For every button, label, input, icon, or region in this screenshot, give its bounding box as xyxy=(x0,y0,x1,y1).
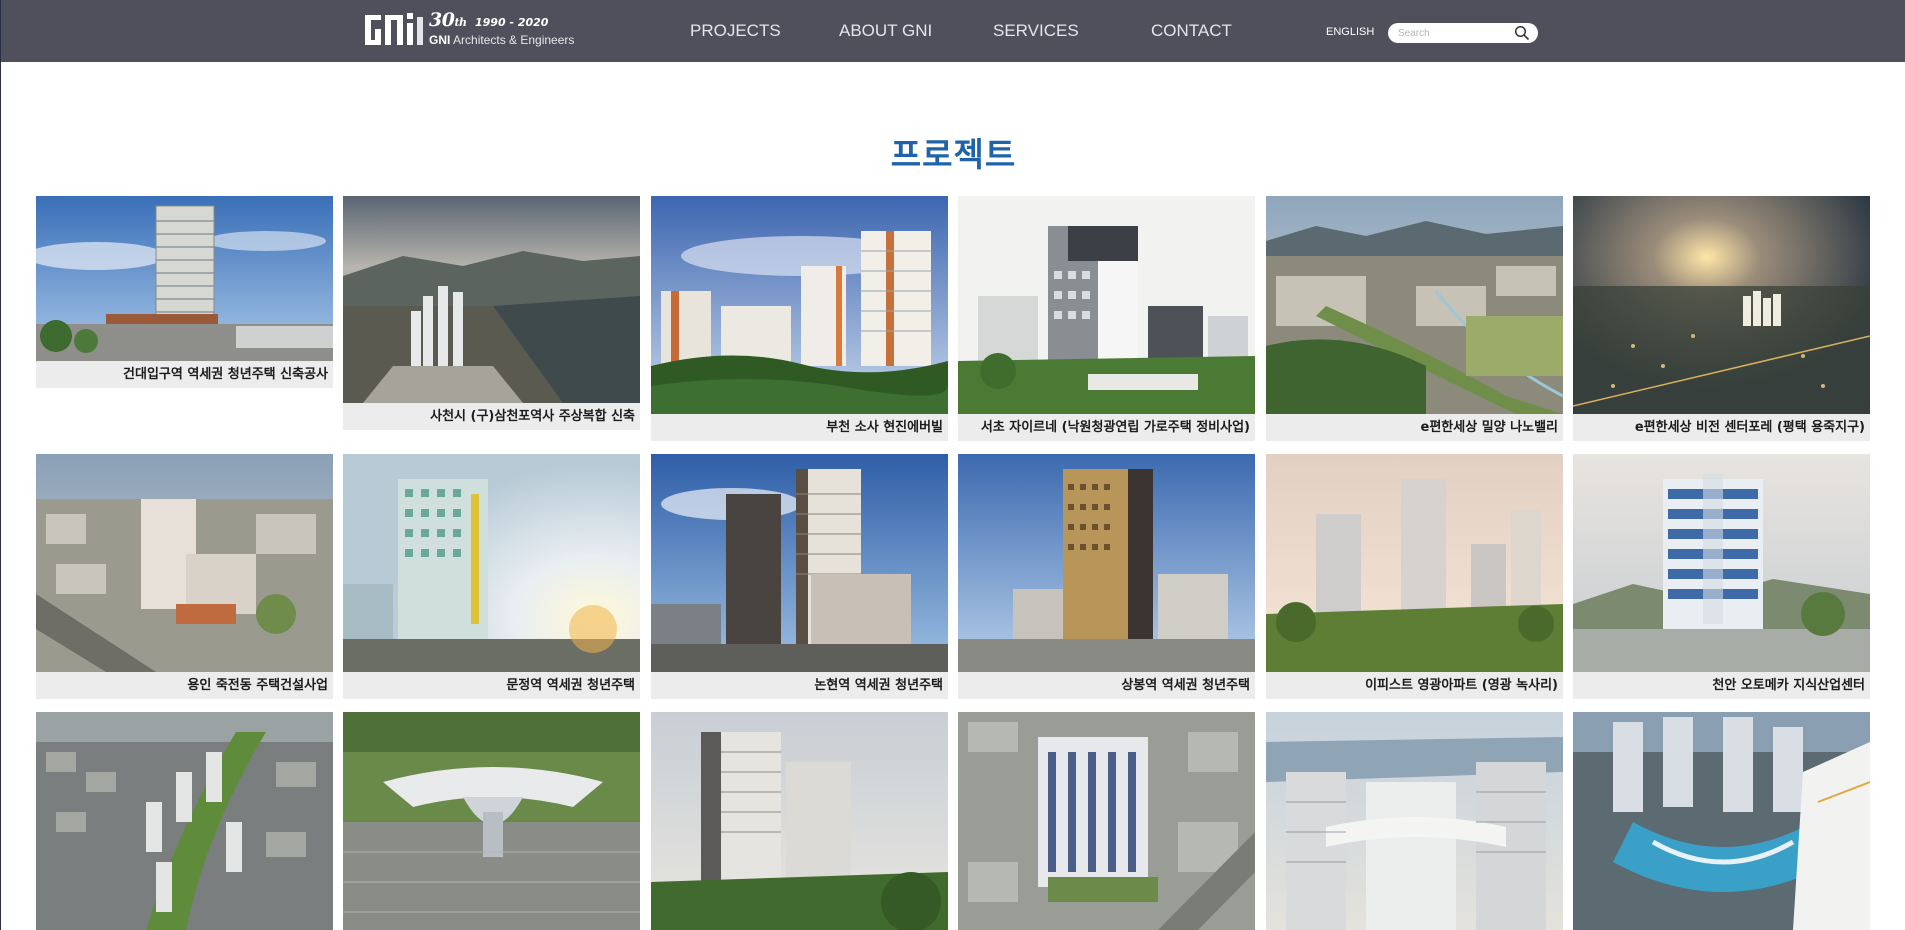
project-image xyxy=(958,454,1255,672)
project-image xyxy=(343,712,640,930)
project-card[interactable] xyxy=(958,712,1255,930)
logo-tagline: GNI Architects & Engineers xyxy=(429,33,575,47)
project-card[interactable]: 사천시 (구)삼천포역사 주상복합 신축 xyxy=(343,196,640,430)
nav-contact[interactable]: CONTACT xyxy=(1151,21,1232,41)
project-caption: 논현역 역세권 청년주택 xyxy=(651,672,948,699)
language-switch[interactable]: ENGLISH xyxy=(1326,26,1374,38)
project-image xyxy=(1573,196,1870,414)
project-card[interactable]: 논현역 역세권 청년주택 xyxy=(651,454,948,699)
logo-anniversary: 30th xyxy=(429,9,467,31)
search-input[interactable] xyxy=(1398,25,1508,41)
project-card[interactable]: 상봉역 역세권 청년주택 xyxy=(958,454,1255,699)
project-card[interactable]: 문정역 역세권 청년주택 xyxy=(343,454,640,699)
gni-logo-mark-icon xyxy=(365,13,423,45)
logo-years: 1990 - 2020 xyxy=(475,16,549,29)
project-image xyxy=(958,712,1255,930)
project-image xyxy=(343,196,640,403)
project-image xyxy=(1266,454,1563,672)
project-caption: 건대입구역 역세권 청년주택 신축공사 xyxy=(36,361,333,388)
search-box xyxy=(1388,23,1538,43)
project-card[interactable]: 이피스트 영광아파트 (영광 녹사리) xyxy=(1266,454,1563,699)
project-card[interactable] xyxy=(36,712,333,930)
project-image xyxy=(36,196,333,361)
project-caption: e편한세상 밀양 나노밸리 xyxy=(1266,414,1563,441)
project-image xyxy=(1266,712,1563,930)
project-image xyxy=(1573,454,1870,672)
nav-services[interactable]: SERVICES xyxy=(993,21,1079,41)
project-caption: 상봉역 역세권 청년주택 xyxy=(958,672,1255,699)
project-caption: 용인 죽전동 주택건설사업 xyxy=(36,672,333,699)
nav-projects[interactable]: PROJECTS xyxy=(690,21,781,41)
project-image xyxy=(36,712,333,930)
project-image xyxy=(343,454,640,672)
project-card[interactable] xyxy=(343,712,640,930)
project-caption: 부천 소사 현진에버빌 xyxy=(651,414,948,441)
project-card[interactable]: 건대입구역 역세권 청년주택 신축공사 xyxy=(36,196,333,388)
project-image xyxy=(651,196,948,414)
project-card[interactable]: e편한세상 비전 센터포레 (평택 용죽지구) xyxy=(1573,196,1870,441)
search-icon[interactable] xyxy=(1514,25,1530,41)
project-card[interactable]: e편한세상 밀양 나노밸리 xyxy=(1266,196,1563,441)
project-image xyxy=(651,454,948,672)
project-card[interactable] xyxy=(1266,712,1563,930)
project-caption: 서초 자이르네 (낙원청광연립 가로주택 정비사업) xyxy=(958,414,1255,441)
project-caption: 사천시 (구)삼천포역사 주상복합 신축 xyxy=(343,403,640,430)
project-image xyxy=(36,454,333,672)
project-card[interactable]: 서초 자이르네 (낙원청광연립 가로주택 정비사업) xyxy=(958,196,1255,441)
project-card[interactable]: 부천 소사 현진에버빌 xyxy=(651,196,948,441)
project-image xyxy=(1573,712,1870,930)
project-caption: 이피스트 영광아파트 (영광 녹사리) xyxy=(1266,672,1563,699)
project-card[interactable] xyxy=(651,712,948,930)
project-image xyxy=(958,196,1255,414)
project-image xyxy=(651,712,948,930)
project-card[interactable]: 천안 오토메카 지식산업센터 xyxy=(1573,454,1870,699)
project-caption: e편한세상 비전 센터포레 (평택 용죽지구) xyxy=(1573,414,1870,441)
top-navigation-bar: 30th 1990 - 2020 GNI Architects & Engine… xyxy=(1,0,1905,62)
page-title: 프로젝트 xyxy=(890,135,1017,174)
gni-logo[interactable]: 30th 1990 - 2020 GNI Architects & Engine… xyxy=(363,9,583,51)
project-caption: 천안 오토메카 지식산업센터 xyxy=(1573,672,1870,699)
nav-about-gni[interactable]: ABOUT GNI xyxy=(839,21,932,41)
project-image xyxy=(1266,196,1563,414)
project-caption: 문정역 역세권 청년주택 xyxy=(343,672,640,699)
project-card[interactable]: 용인 죽전동 주택건설사업 xyxy=(36,454,333,699)
project-card[interactable] xyxy=(1573,712,1870,930)
